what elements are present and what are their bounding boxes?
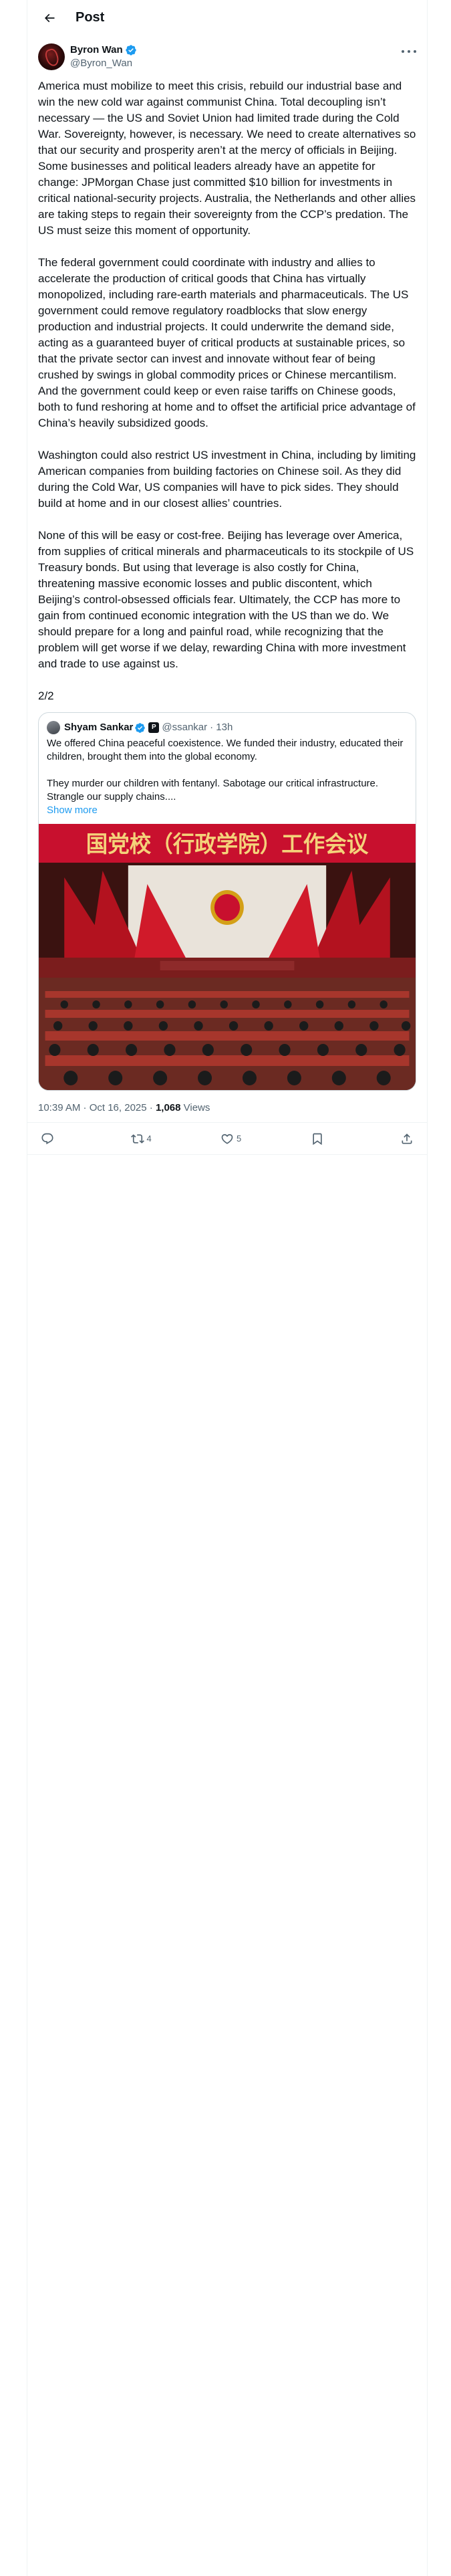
like-button[interactable]: 5 — [220, 1132, 261, 1146]
post-header: Post — [27, 0, 427, 35]
repost-button[interactable]: 4 — [130, 1132, 171, 1146]
quoted-post[interactable]: Shyam Sankar P @ssankar · 13h We offered… — [38, 712, 416, 1091]
author-name[interactable]: Byron Wan — [70, 43, 123, 57]
author-row: Byron Wan @Byron_Wan — [27, 35, 427, 70]
reply-icon — [41, 1133, 53, 1144]
image-banner-text: 国党校（行政学院）工作会议 — [86, 831, 369, 857]
quoted-avatar — [47, 721, 60, 734]
verified-badge-icon — [135, 722, 146, 733]
quoted-post-header: Shyam Sankar P @ssankar · 13h — [39, 713, 416, 734]
more-options-button[interactable] — [402, 45, 416, 58]
views-label: Views — [180, 1102, 210, 1113]
bookmark-icon — [312, 1133, 322, 1145]
author-handle[interactable]: @Byron_Wan — [70, 57, 137, 70]
quoted-post-text: We offered China peaceful coexistence. W… — [47, 738, 404, 802]
quoted-post-image[interactable]: 国党校（行政学院）工作会议 — [39, 824, 416, 1090]
arrow-left-icon — [44, 13, 55, 22]
post-metadata: 10:39 AM · Oct 16, 2025 · 1,068 Views — [27, 1091, 427, 1123]
views-count: 1,068 — [155, 1102, 181, 1113]
share-button[interactable] — [400, 1132, 414, 1146]
like-count: 5 — [237, 1134, 242, 1144]
share-icon — [402, 1133, 412, 1144]
more-dot-icon — [414, 50, 416, 53]
repost-icon — [130, 1134, 144, 1144]
heart-icon — [221, 1134, 233, 1144]
post-text: America must mobilize to meet this crisi… — [38, 80, 416, 702]
more-dot-icon — [408, 50, 410, 53]
show-more-link[interactable]: Show more — [39, 804, 416, 824]
quoted-author-handle: @ssankar — [162, 722, 208, 733]
reply-button[interactable] — [41, 1132, 81, 1146]
post-datetime[interactable]: 10:39 AM · Oct 16, 2025 · — [38, 1102, 156, 1113]
affiliation-badge-icon: P — [148, 722, 160, 733]
action-bar: 4 5 — [27, 1123, 427, 1155]
avatar[interactable] — [38, 43, 65, 70]
back-button[interactable] — [38, 7, 61, 29]
quoted-post-time: · 13h — [210, 722, 233, 733]
author-names: Byron Wan @Byron_Wan — [70, 43, 137, 70]
verified-badge-icon — [125, 45, 136, 56]
quoted-author-name: Shyam Sankar — [64, 722, 134, 733]
repost-count: 4 — [146, 1134, 152, 1144]
page-title: Post — [76, 10, 105, 25]
post-column: Post Byron Wan @Byron_Wan America must m… — [27, 0, 428, 2576]
more-dot-icon — [402, 50, 404, 53]
bookmark-button[interactable] — [311, 1132, 351, 1146]
